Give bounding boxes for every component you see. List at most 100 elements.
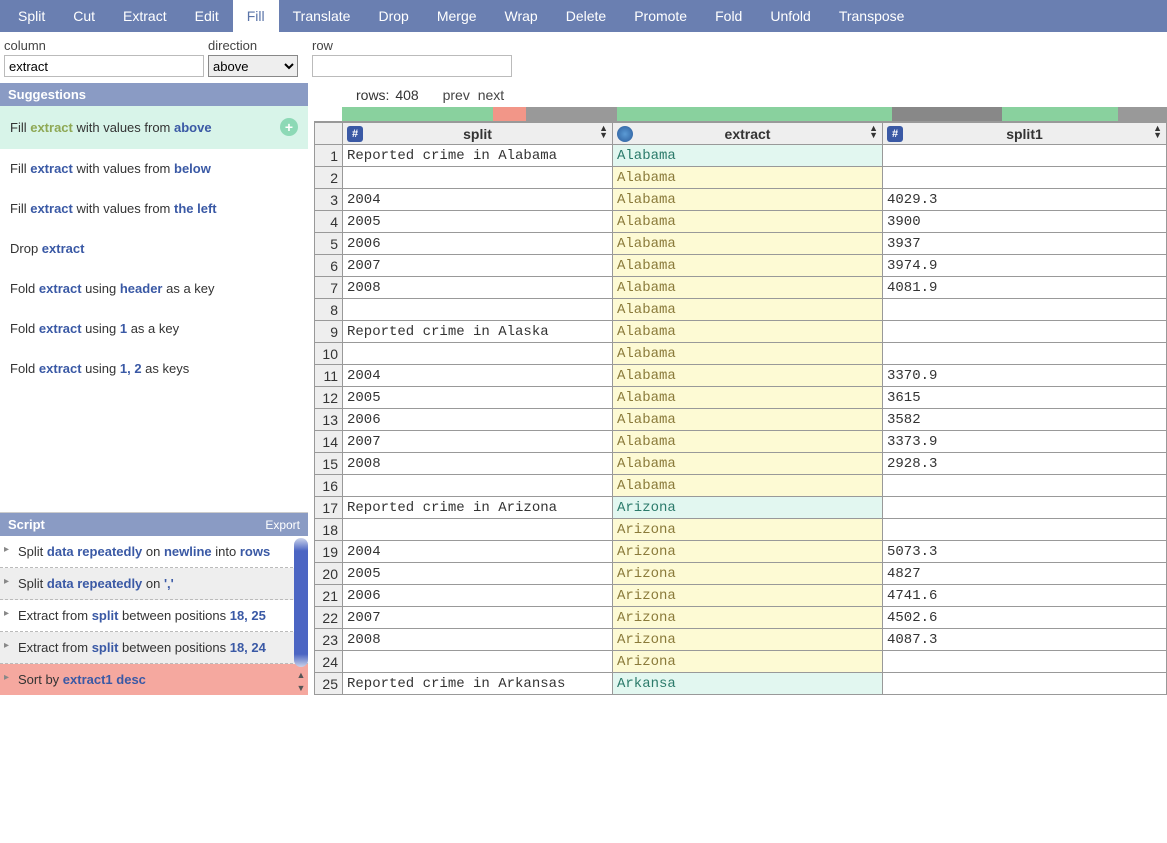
cell-split[interactable]: 2007: [343, 431, 613, 453]
suggestion-item[interactable]: Fold extract using 1, 2 as keys: [0, 349, 308, 389]
toolbar-extract[interactable]: Extract: [109, 0, 181, 32]
add-suggestion-icon[interactable]: +: [280, 118, 298, 136]
table-row[interactable]: 42005Alabama3900: [315, 211, 1167, 233]
script-item[interactable]: Split data repeatedly on newline into ro…: [0, 536, 308, 568]
cell-extract[interactable]: Arizona: [613, 563, 883, 585]
script-item[interactable]: Sort by extract1 desc: [0, 664, 308, 695]
table-row[interactable]: 142007Alabama3373.9: [315, 431, 1167, 453]
suggestion-item[interactable]: Fill extract with values from above+: [0, 106, 308, 149]
table-row[interactable]: 2Alabama: [315, 167, 1167, 189]
cell-split1[interactable]: 3900: [883, 211, 1167, 233]
cell-split1[interactable]: 4741.6: [883, 585, 1167, 607]
toolbar-promote[interactable]: Promote: [620, 0, 701, 32]
cell-extract[interactable]: Alabama: [613, 233, 883, 255]
column-input[interactable]: [4, 55, 204, 77]
suggestion-item[interactable]: Fill extract with values from the left: [0, 189, 308, 229]
prev-link[interactable]: prev: [443, 87, 470, 103]
table-row[interactable]: 232008Arizona4087.3: [315, 629, 1167, 651]
table-row[interactable]: 212006Arizona4741.6: [315, 585, 1167, 607]
column-header-extract[interactable]: extract▲▼: [613, 123, 883, 145]
toolbar-fold[interactable]: Fold: [701, 0, 756, 32]
cell-extract[interactable]: Alabama: [613, 321, 883, 343]
table-row[interactable]: 18Arizona: [315, 519, 1167, 541]
toolbar-translate[interactable]: Translate: [279, 0, 365, 32]
cell-split[interactable]: 2004: [343, 541, 613, 563]
sort-icon[interactable]: ▲▼: [869, 125, 878, 139]
sort-icon[interactable]: ▲▼: [1153, 125, 1162, 139]
cell-extract[interactable]: Alabama: [613, 387, 883, 409]
cell-split[interactable]: [343, 651, 613, 673]
cell-split[interactable]: 2008: [343, 453, 613, 475]
table-row[interactable]: 132006Alabama3582: [315, 409, 1167, 431]
cell-split1[interactable]: 4029.3: [883, 189, 1167, 211]
cell-split[interactable]: [343, 343, 613, 365]
direction-select[interactable]: abovebelowleftright: [208, 55, 298, 77]
next-link[interactable]: next: [478, 87, 504, 103]
table-row[interactable]: 10Alabama: [315, 343, 1167, 365]
script-item[interactable]: Extract from split between positions 18,…: [0, 632, 308, 664]
toolbar-merge[interactable]: Merge: [423, 0, 491, 32]
cell-split[interactable]: [343, 167, 613, 189]
cell-split1[interactable]: [883, 475, 1167, 497]
cell-split1[interactable]: 3615: [883, 387, 1167, 409]
cell-split[interactable]: Reported crime in Alabama: [343, 145, 613, 167]
table-row[interactable]: 192004Arizona5073.3: [315, 541, 1167, 563]
cell-split[interactable]: 2004: [343, 365, 613, 387]
cell-split[interactable]: 2006: [343, 233, 613, 255]
cell-extract[interactable]: Arizona: [613, 607, 883, 629]
suggestion-item[interactable]: Fold extract using 1 as a key: [0, 309, 308, 349]
cell-split1[interactable]: 3370.9: [883, 365, 1167, 387]
cell-split[interactable]: 2006: [343, 409, 613, 431]
toolbar-split[interactable]: Split: [4, 0, 59, 32]
scroll-down-icon[interactable]: ▼: [295, 682, 307, 694]
table-row[interactable]: 24Arizona: [315, 651, 1167, 673]
table-row[interactable]: 17Reported crime in ArizonaArizona: [315, 497, 1167, 519]
cell-split[interactable]: 2007: [343, 255, 613, 277]
toolbar-delete[interactable]: Delete: [552, 0, 620, 32]
suggestion-item[interactable]: Fold extract using header as a key: [0, 269, 308, 309]
toolbar-unfold[interactable]: Unfold: [756, 0, 824, 32]
cell-split1[interactable]: [883, 299, 1167, 321]
cell-split[interactable]: Reported crime in Arizona: [343, 497, 613, 519]
cell-split[interactable]: Reported crime in Alaska: [343, 321, 613, 343]
cell-extract[interactable]: Alabama: [613, 299, 883, 321]
table-row[interactable]: 9Reported crime in AlaskaAlabama: [315, 321, 1167, 343]
cell-split1[interactable]: [883, 519, 1167, 541]
cell-split[interactable]: 2005: [343, 211, 613, 233]
cell-split1[interactable]: 3373.9: [883, 431, 1167, 453]
cell-extract[interactable]: Alabama: [613, 409, 883, 431]
cell-extract[interactable]: Alabama: [613, 431, 883, 453]
cell-extract[interactable]: Arkansa: [613, 673, 883, 695]
toolbar-fill[interactable]: Fill: [233, 0, 279, 32]
table-row[interactable]: 25Reported crime in ArkansasArkansa: [315, 673, 1167, 695]
cell-extract[interactable]: Alabama: [613, 475, 883, 497]
cell-extract[interactable]: Arizona: [613, 651, 883, 673]
cell-split1[interactable]: [883, 651, 1167, 673]
cell-extract[interactable]: Alabama: [613, 167, 883, 189]
script-item[interactable]: Split data repeatedly on ',': [0, 568, 308, 600]
suggestion-item[interactable]: Fill extract with values from below: [0, 149, 308, 189]
cell-split1[interactable]: [883, 673, 1167, 695]
cell-split[interactable]: 2007: [343, 607, 613, 629]
table-row[interactable]: 52006Alabama3937: [315, 233, 1167, 255]
table-row[interactable]: 122005Alabama3615: [315, 387, 1167, 409]
toolbar-transpose[interactable]: Transpose: [825, 0, 919, 32]
cell-split1[interactable]: [883, 145, 1167, 167]
cell-extract[interactable]: Alabama: [613, 211, 883, 233]
cell-extract[interactable]: Alabama: [613, 255, 883, 277]
cell-split[interactable]: Reported crime in Arkansas: [343, 673, 613, 695]
cell-split1[interactable]: 3974.9: [883, 255, 1167, 277]
cell-split[interactable]: 2005: [343, 563, 613, 585]
cell-split[interactable]: 2008: [343, 277, 613, 299]
cell-extract[interactable]: Arizona: [613, 541, 883, 563]
cell-split1[interactable]: 3582: [883, 409, 1167, 431]
cell-extract[interactable]: Alabama: [613, 277, 883, 299]
column-header-split[interactable]: #split▲▼: [343, 123, 613, 145]
cell-split1[interactable]: 2928.3: [883, 453, 1167, 475]
scroll-up-icon[interactable]: ▲: [295, 669, 307, 681]
cell-split[interactable]: [343, 519, 613, 541]
cell-split1[interactable]: [883, 321, 1167, 343]
table-row[interactable]: 202005Arizona4827: [315, 563, 1167, 585]
cell-split1[interactable]: 4827: [883, 563, 1167, 585]
cell-split[interactable]: [343, 299, 613, 321]
